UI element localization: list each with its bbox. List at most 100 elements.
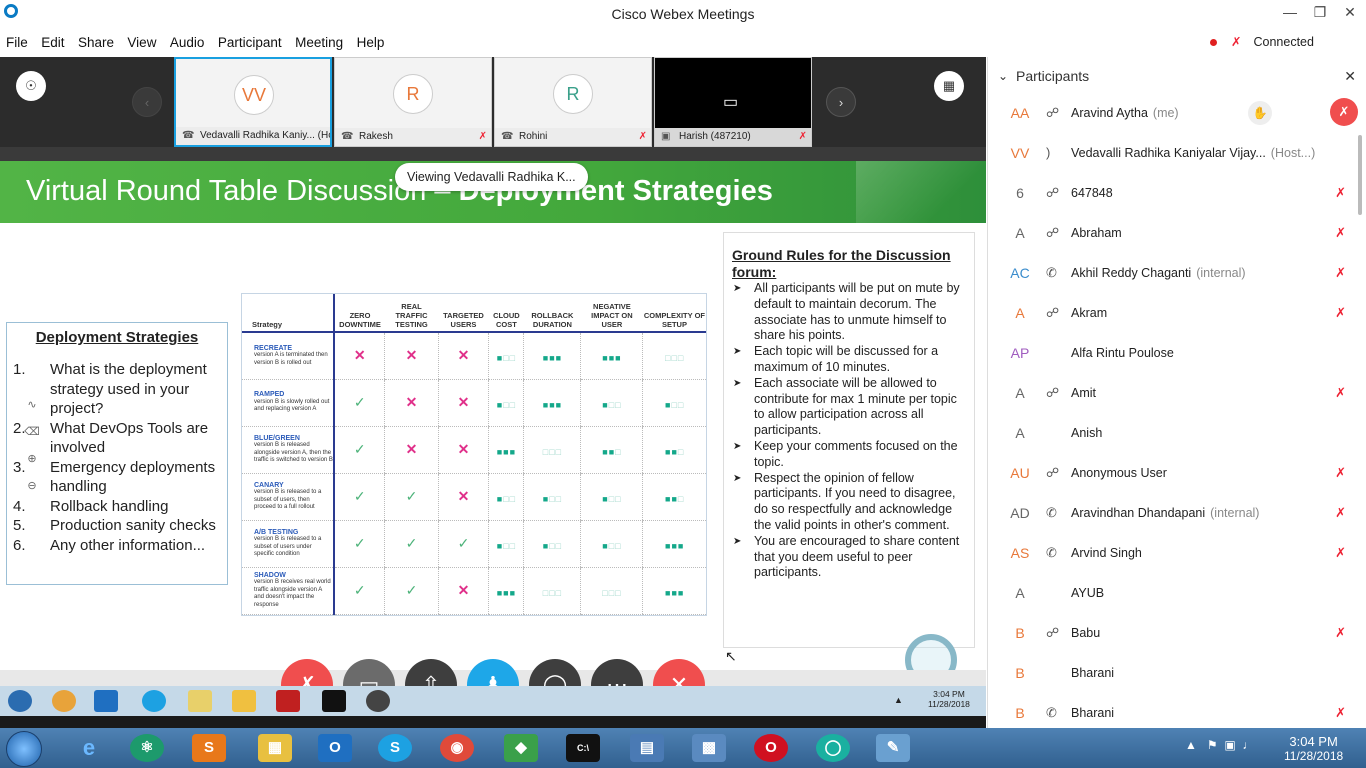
chrome-taskbar-icon[interactable]: ◉ bbox=[440, 734, 474, 762]
list-text: Rollback handling bbox=[50, 497, 169, 515]
eraser-icon[interactable]: ⌫ bbox=[19, 425, 45, 452]
menu-meeting[interactable]: Meeting bbox=[295, 30, 343, 50]
participant-name-wrap: Anonymous User bbox=[1071, 466, 1172, 480]
participant-role: (me) bbox=[1152, 106, 1179, 120]
participant-row[interactable]: A ☍ Abraham ✗ bbox=[988, 213, 1366, 253]
outlook-taskbar-icon[interactable]: O bbox=[318, 734, 352, 762]
cross-icon: ✕ bbox=[437, 567, 489, 615]
menu-file[interactable]: File bbox=[6, 30, 28, 50]
opera-icon[interactable]: O bbox=[754, 734, 788, 762]
menu-participant[interactable]: Participant bbox=[218, 30, 282, 50]
windows-taskbar: e ⚛ S ▦ O S ◉ ◆ C:\ ▤ ▩ O ◯ ✎ ▲ ⚑ ▣ ♩ 3:… bbox=[0, 728, 1366, 768]
mute-icon[interactable]: ✗ bbox=[1335, 465, 1346, 481]
remote-desktop-icon[interactable]: ▤ bbox=[630, 734, 664, 762]
rating-squares: ■■■ bbox=[488, 567, 524, 615]
viewing-pill: Viewing Vedavalli Radhika K... bbox=[395, 163, 588, 191]
participant-row[interactable]: B ☍ Babu ✗ bbox=[988, 613, 1366, 653]
layout-icon[interactable]: ☉ bbox=[16, 71, 46, 101]
participant-row[interactable]: AA ☍ Aravind Aytha (me) ✋ ✗ bbox=[988, 93, 1366, 133]
video-tile[interactable]: ▭ ▣ Harish (487210) ✗ bbox=[654, 57, 812, 147]
taskbar-clock[interactable]: 3:04 PM 11/28/2018 bbox=[1284, 734, 1343, 764]
menu-view[interactable]: View bbox=[127, 30, 156, 50]
participant-row[interactable]: 6 ☍ 647848 ✗ bbox=[988, 173, 1366, 213]
network-icon[interactable]: ▩ bbox=[692, 734, 726, 762]
cmd-icon[interactable]: C:\ bbox=[566, 734, 600, 762]
rating-squares: ■■□ bbox=[642, 473, 706, 521]
clock-date: 11/28/2018 bbox=[1284, 749, 1344, 763]
volume-icon[interactable]: ♩ bbox=[1242, 738, 1254, 752]
mute-icon[interactable]: ✗ bbox=[1335, 305, 1346, 321]
mute-icon[interactable]: ✗ bbox=[1335, 505, 1346, 521]
participant-row[interactable]: A AYUB bbox=[988, 573, 1366, 613]
mute-icon[interactable]: ✗ bbox=[1335, 705, 1346, 721]
table-row: BLUE/GREEN version B is released alongsid… bbox=[242, 426, 706, 474]
sublime-icon[interactable]: S bbox=[192, 734, 226, 762]
participant-row[interactable]: B Bharani bbox=[988, 653, 1366, 693]
maximize-icon[interactable]: ❐ bbox=[1308, 4, 1332, 21]
prev-arrow-icon[interactable]: ‹ bbox=[132, 87, 162, 117]
mute-icon[interactable]: ✗ bbox=[1335, 545, 1346, 561]
webex-taskbar-icon[interactable]: ◯ bbox=[816, 734, 850, 762]
check-icon: ✓ bbox=[333, 520, 385, 568]
folder-icon bbox=[232, 690, 256, 712]
collapse-chevron-icon[interactable]: ⌄ bbox=[998, 57, 1008, 95]
mute-icon[interactable]: ✗ bbox=[1335, 385, 1346, 401]
participant-name-wrap: Akram bbox=[1071, 306, 1112, 320]
tray-arrow-icon[interactable]: ▲ bbox=[1185, 738, 1197, 752]
video-tile[interactable]: VV ☎ Vedavalli Radhika Kaniy... (Host...) bbox=[174, 57, 332, 147]
check-icon: ✓ bbox=[333, 379, 385, 427]
atom-icon[interactable]: ⚛ bbox=[130, 734, 164, 762]
mute-icon[interactable]: ✗ bbox=[1335, 185, 1346, 201]
minimize-icon[interactable]: — bbox=[1278, 4, 1302, 20]
participant-row[interactable]: AC ✆ Akhil Reddy Chaganti (internal) ✗ bbox=[988, 253, 1366, 293]
participant-row[interactable]: AS ✆ Arvind Singh ✗ bbox=[988, 533, 1366, 573]
calendar-icon[interactable]: ▦ bbox=[934, 71, 964, 101]
next-arrow-icon[interactable]: › bbox=[826, 87, 856, 117]
git-icon[interactable]: ◆ bbox=[504, 734, 538, 762]
cross-icon: ✕ bbox=[437, 332, 489, 380]
panel-scrollbar[interactable] bbox=[1358, 135, 1362, 215]
menu-share[interactable]: Share bbox=[78, 30, 114, 50]
pen-icon[interactable]: ∿ bbox=[19, 398, 45, 425]
video-tile[interactable]: R ☎ Rakesh ✗ bbox=[334, 57, 492, 147]
start-button[interactable] bbox=[6, 731, 42, 767]
strategy-desc: version B is slowly rolled out and repla… bbox=[254, 398, 330, 413]
participant-name: Bharani bbox=[1071, 706, 1115, 720]
unmute-button[interactable]: ✗ bbox=[1330, 98, 1358, 126]
inner-date: 11/28/2018 bbox=[928, 699, 970, 709]
zoom-out-icon[interactable]: ⊖ bbox=[19, 479, 45, 506]
participant-row[interactable]: VV) Vedavalli Radhika Kaniyalar Vijay... (… bbox=[988, 133, 1366, 173]
mute-icon[interactable]: ✗ bbox=[1335, 625, 1346, 641]
paint-icon[interactable]: ✎ bbox=[876, 734, 910, 762]
internet-explorer-icon[interactable]: e bbox=[72, 734, 106, 762]
menu-help[interactable]: Help bbox=[357, 30, 385, 50]
video-tile[interactable]: R ☎ Rohini ✗ bbox=[494, 57, 652, 147]
close-panel-icon[interactable]: ✕ bbox=[1344, 57, 1356, 95]
strategy-cell: RAMPED version B is slowly rolled out and… bbox=[242, 379, 335, 427]
strategy-desc: version A is terminated then version B i… bbox=[254, 352, 328, 366]
close-window-icon[interactable]: ✕ bbox=[1338, 4, 1362, 21]
participant-row[interactable]: AD ✆ Aravindhan Dhandapani (internal) ✗ bbox=[988, 493, 1366, 533]
participant-row[interactable]: AU ☍ Anonymous User ✗ bbox=[988, 453, 1366, 493]
raise-hand-icon[interactable]: ✋ bbox=[1248, 101, 1272, 125]
explorer-folder-icon[interactable]: ▦ bbox=[258, 734, 292, 762]
rating-squares: ■□□ bbox=[488, 332, 524, 380]
skype-taskbar-icon[interactable]: S bbox=[378, 734, 412, 762]
participant-row[interactable]: A ☍ Amit ✗ bbox=[988, 373, 1366, 413]
participant-name: Babu bbox=[1071, 626, 1101, 640]
mute-icon[interactable]: ✗ bbox=[1335, 225, 1346, 241]
participant-row[interactable]: B ✆ Bharani ✗ bbox=[988, 693, 1366, 728]
zoom-in-icon[interactable]: ⊕ bbox=[19, 452, 45, 479]
cross-icon: ✕ bbox=[384, 379, 439, 427]
menu-audio[interactable]: Audio bbox=[170, 30, 205, 50]
action-center-icon[interactable]: ⚑ bbox=[1207, 738, 1218, 752]
mute-icon[interactable]: ✗ bbox=[1335, 265, 1346, 281]
network-tray-icon[interactable]: ▣ bbox=[1224, 738, 1235, 752]
participant-row[interactable]: A Anish bbox=[988, 413, 1366, 453]
cross-icon: ✕ bbox=[437, 379, 489, 427]
participant-row[interactable]: A ☍ Akram ✗ bbox=[988, 293, 1366, 333]
notes-icon bbox=[188, 690, 212, 712]
video-off-icon: ▭ bbox=[723, 94, 739, 111]
participant-row[interactable]: AP Alfa Rintu Poulose bbox=[988, 333, 1366, 373]
menu-edit[interactable]: Edit bbox=[41, 30, 64, 50]
